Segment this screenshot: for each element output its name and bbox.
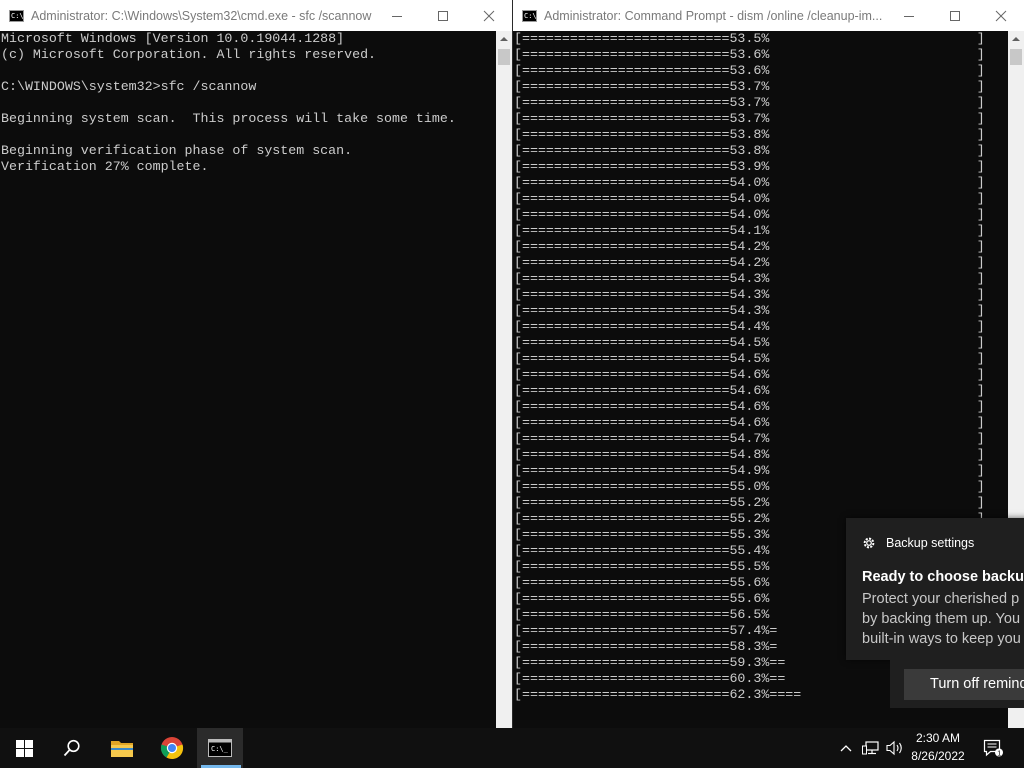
title-bar[interactable]: C:\ Administrator: C:\Windows\System32\c… — [0, 0, 512, 31]
console-line: [==========================53.8% ] — [514, 127, 985, 142]
console-line: [==========================54.6% ] — [514, 383, 985, 398]
console-line: [==========================53.8% ] — [514, 143, 985, 158]
cmd-icon: C:\ — [522, 9, 537, 22]
console-line: [==========================54.3% ] — [514, 303, 985, 318]
console-line: [==========================54.6% ] — [514, 399, 985, 414]
console-line: [==========================54.0% ] — [514, 175, 985, 190]
chevron-up-icon — [840, 745, 852, 752]
network-button[interactable] — [860, 728, 882, 768]
console-line: (c) Microsoft Corporation. All rights re… — [1, 47, 377, 62]
notification-header: Backup settings — [862, 536, 974, 550]
notification-body-line: built-in ways to keep you — [862, 631, 1021, 647]
console-line: [==========================54.8% ] — [514, 447, 985, 462]
maximize-button[interactable] — [932, 0, 978, 31]
windows-logo-icon — [15, 739, 33, 757]
command-prompt-taskbar-button[interactable]: C:\_ — [197, 728, 243, 768]
action-center-button[interactable]: 1 — [980, 728, 1006, 768]
cmd-icon: C:\_ — [208, 739, 232, 757]
window-title: Administrator: Command Prompt - dism /on… — [544, 8, 883, 23]
close-icon — [483, 10, 495, 21]
notification-title: Ready to choose backup — [862, 569, 1024, 585]
console-line: [==========================53.6% ] — [514, 63, 985, 78]
close-button[interactable] — [978, 0, 1024, 31]
console-line: [==========================54.2% ] — [514, 255, 985, 270]
vertical-scrollbar[interactable] — [496, 31, 512, 728]
window-title: Administrator: C:\Windows\System32\cmd.e… — [31, 8, 372, 23]
speaker-icon — [886, 740, 902, 756]
console-line: [==========================54.3% ] — [514, 287, 985, 302]
scrollbar-thumb[interactable] — [498, 49, 510, 65]
console-line: Verification 27% complete. — [1, 159, 209, 174]
folder-icon — [111, 741, 133, 757]
notification-actions: Turn off remind — [890, 660, 1024, 708]
minimize-button[interactable] — [886, 0, 932, 31]
console-line: [==========================54.4% ] — [514, 319, 985, 334]
console-line: [==========================54.0% ] — [514, 191, 985, 206]
chrome-icon — [160, 737, 184, 760]
notification-icon: 1 — [983, 739, 1003, 757]
console-line: [==========================53.6% ] — [514, 47, 985, 62]
taskbar: C:\_ 2:30 AM 8/26/2022 1 — [0, 728, 1024, 768]
svg-text:1: 1 — [997, 750, 1001, 757]
turn-off-reminders-button[interactable]: Turn off remind — [904, 669, 1024, 700]
console-line: [==========================53.5% ] — [514, 31, 985, 46]
chrome-button[interactable] — [148, 728, 196, 768]
scroll-up-arrow-icon[interactable] — [496, 31, 512, 47]
console-line: [==========================54.0% ] — [514, 207, 985, 222]
console-line: [==========================53.7% ] — [514, 111, 985, 126]
minimize-icon — [904, 15, 914, 17]
network-icon — [862, 741, 879, 755]
clock-date: 8/26/2022 — [911, 749, 965, 763]
console-line: [==========================53.7% ] — [514, 79, 985, 94]
file-explorer-button[interactable] — [98, 728, 146, 768]
console-line: [==========================55.2% ] — [514, 495, 985, 510]
svg-text:C:\_: C:\_ — [211, 745, 229, 753]
search-icon — [63, 739, 80, 757]
console-line: [==========================54.5% ] — [514, 335, 985, 350]
cmd-icon: C:\ — [9, 9, 24, 22]
close-button[interactable] — [466, 0, 512, 31]
maximize-icon — [950, 10, 960, 21]
search-button[interactable] — [48, 728, 96, 768]
console-line: [==========================54.9% ] — [514, 463, 985, 478]
console-line: Microsoft Windows [Version 10.0.19044.12… — [1, 31, 345, 46]
console-line: [==========================54.7% ] — [514, 431, 985, 446]
console-line: [==========================55.0% ] — [514, 479, 985, 494]
clock[interactable]: 2:30 AM 8/26/2022 — [903, 728, 973, 768]
start-button[interactable] — [0, 728, 48, 768]
gear-icon — [863, 537, 875, 549]
console-line: [==========================54.3% ] — [514, 271, 985, 286]
console-line: [==========================54.6% ] — [514, 367, 985, 382]
cmd-window-sfc[interactable]: C:\ Administrator: C:\Windows\System32\c… — [0, 0, 512, 728]
console-line: [==========================54.5% ] — [514, 351, 985, 366]
console-line: [==========================53.9% ] — [514, 159, 985, 174]
console-output[interactable]: Microsoft Windows [Version 10.0.19044.12… — [0, 31, 496, 728]
show-hidden-icons-button[interactable] — [836, 728, 856, 768]
console-line: [==========================54.6% ] — [514, 415, 985, 430]
console-line: [==========================54.2% ] — [514, 239, 985, 254]
console-line: Beginning system scan. This process will… — [1, 111, 456, 126]
notification-body-line: Protect your cherished p — [862, 591, 1020, 607]
minimize-icon — [392, 15, 402, 17]
console-line: [==========================54.1% ] — [514, 223, 985, 238]
notification-app-name: Backup settings — [886, 536, 975, 550]
notification-body-line: by backing them up. You — [862, 611, 1021, 627]
console-line: C:\WINDOWS\system32>sfc /scannow — [1, 79, 257, 94]
console-line: [==========================53.7% ] — [514, 95, 985, 110]
maximize-icon — [438, 10, 448, 21]
backup-notification[interactable]: Backup settings Ready to choose backup P… — [846, 518, 1024, 660]
close-icon — [995, 10, 1007, 21]
maximize-button[interactable] — [420, 0, 466, 31]
notification-body: Protect your cherished p by backing them… — [862, 589, 1021, 649]
console-line: Beginning verification phase of system s… — [1, 143, 353, 158]
minimize-button[interactable] — [374, 0, 420, 31]
scroll-up-arrow-icon[interactable] — [1008, 31, 1024, 47]
title-bar[interactable]: C:\ Administrator: Command Prompt - dism… — [513, 0, 1024, 31]
clock-time: 2:30 AM — [915, 731, 961, 745]
scrollbar-thumb[interactable] — [1010, 49, 1022, 65]
